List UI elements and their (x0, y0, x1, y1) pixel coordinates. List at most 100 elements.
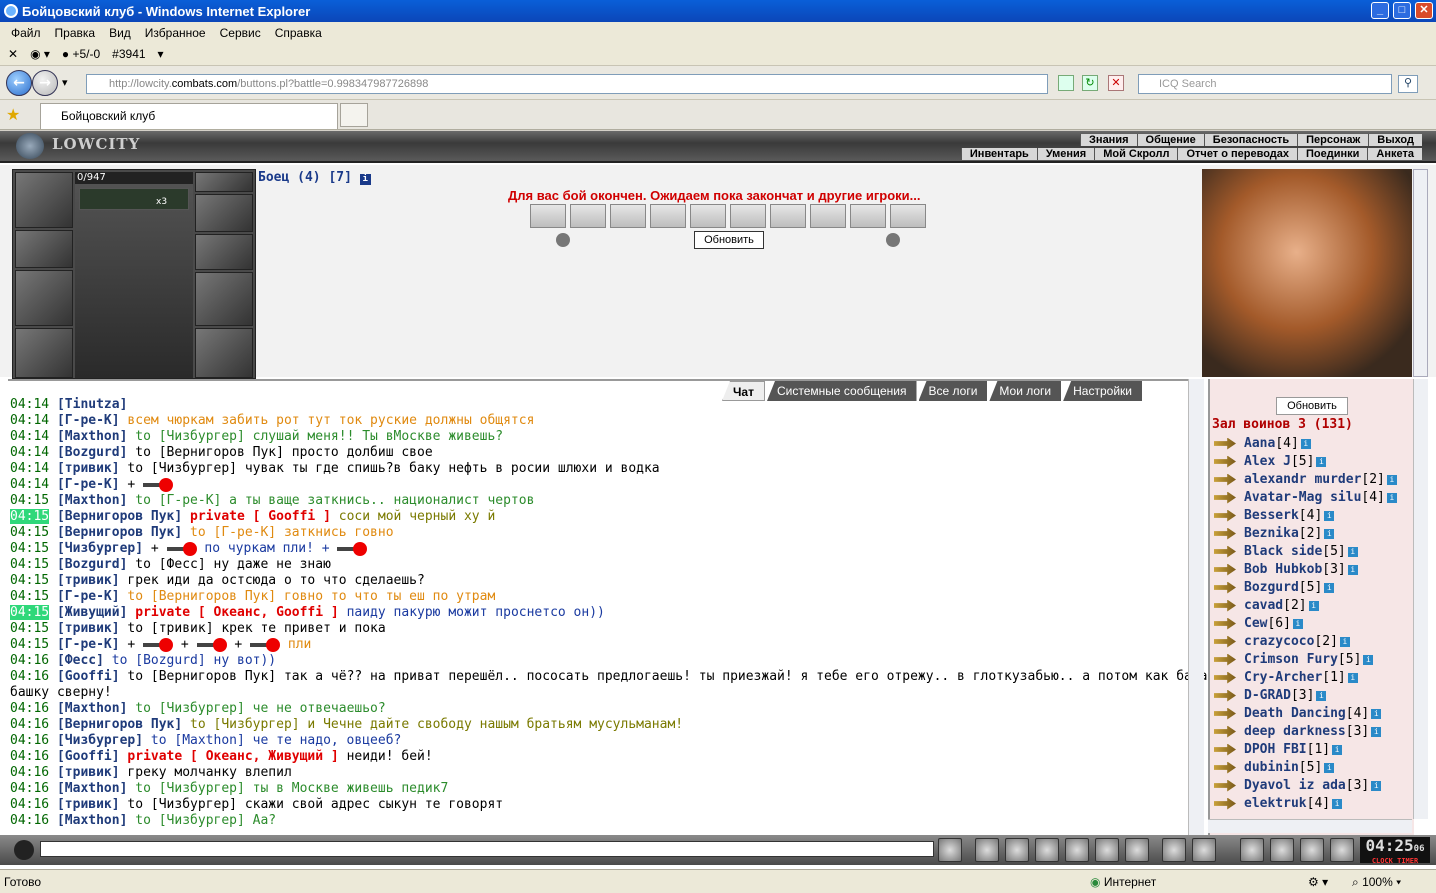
chat-time[interactable]: 04:16 (10, 781, 49, 796)
group-icon[interactable] (1270, 838, 1294, 862)
chat-nick[interactable]: [Г-ре-К] (57, 477, 120, 492)
chat-time[interactable]: 04:15 (10, 637, 49, 652)
save-icon[interactable] (1035, 838, 1059, 862)
private-arrow-icon[interactable] (1214, 617, 1236, 630)
emote-icon[interactable] (1065, 838, 1089, 862)
chat-nick[interactable]: [тривик] (57, 573, 120, 588)
chat-nick[interactable]: [Maxthon] (57, 813, 127, 828)
chat-input[interactable] (40, 841, 934, 857)
info-icon[interactable]: i (1371, 708, 1382, 719)
chat-time[interactable]: 04:16 (10, 653, 49, 668)
info-icon[interactable]: i (1339, 636, 1350, 647)
private-arrow-icon[interactable] (1214, 563, 1236, 576)
private-arrow-icon[interactable] (1214, 671, 1236, 684)
nav-skills[interactable]: Умения (1036, 148, 1095, 160)
search-icon[interactable]: ⚲ (1398, 75, 1418, 93)
chat-nick[interactable]: [Maxthon] (57, 781, 127, 796)
address-input[interactable]: http://lowcity.combats.com/buttons.pl?ba… (86, 74, 1048, 94)
search-input[interactable]: ICQ Search (1138, 74, 1392, 94)
chat-time[interactable]: 04:15 (10, 605, 50, 620)
chat-nick[interactable]: [Tinutza] (57, 397, 127, 412)
armor-slot[interactable] (15, 328, 73, 378)
chat-nick[interactable]: [Maxthon] (57, 429, 127, 444)
user-name[interactable]: Aana (1244, 436, 1275, 451)
private-arrow-icon[interactable] (1214, 455, 1236, 468)
chat-nick[interactable]: [Bozgurd] (57, 557, 127, 572)
user-name[interactable]: Avatar-Mag silu (1244, 490, 1361, 505)
info-icon[interactable]: i (1324, 762, 1335, 773)
chat-time[interactable]: 04:15 (10, 589, 49, 604)
chat-time[interactable]: 04:16 (10, 765, 49, 780)
private-arrow-icon[interactable] (1214, 707, 1236, 720)
private-arrow-icon[interactable] (1214, 581, 1236, 594)
info-icon[interactable]: i (1324, 528, 1335, 539)
chat-nick[interactable]: [тривик] (57, 797, 120, 812)
nav-profile[interactable]: Анкета (1367, 148, 1422, 160)
chat-time[interactable]: 04:16 (10, 733, 49, 748)
refresh-battle-button[interactable]: Обновить (694, 231, 764, 249)
chat-time[interactable]: 04:15 (10, 573, 49, 588)
info-icon[interactable]: i (1308, 600, 1319, 611)
info-icon[interactable]: i (1316, 456, 1327, 467)
nav-my-scroll[interactable]: Мой Скролл (1094, 148, 1178, 160)
info-icon[interactable]: i (1324, 510, 1335, 521)
chat-nick[interactable]: [Фесс] (57, 653, 104, 668)
chat-nick[interactable]: [Maxthon] (57, 493, 127, 508)
minimize-button[interactable]: _ (1371, 2, 1389, 19)
nav-security[interactable]: Безопасность (1203, 134, 1298, 146)
ring-slots[interactable] (195, 194, 253, 232)
counter-id[interactable]: #3941 (112, 47, 145, 61)
info-icon[interactable]: i (1371, 780, 1382, 791)
private-arrow-icon[interactable] (1214, 761, 1236, 774)
private-arrow-icon[interactable] (1214, 797, 1236, 810)
user-name[interactable]: Death Dancing (1244, 706, 1346, 721)
ring-slots-top[interactable] (195, 172, 253, 192)
chat-nick[interactable]: [Г-ре-К] (57, 637, 120, 652)
info-icon[interactable]: i (1324, 582, 1335, 593)
info-icon[interactable]: i (1347, 546, 1358, 557)
clear-icon[interactable] (975, 838, 999, 862)
new-tab-button[interactable] (340, 103, 368, 127)
chat-time[interactable]: 04:16 (10, 701, 49, 716)
chat-nick[interactable]: [Чизбургер] (57, 541, 143, 556)
close-toolbar-icon[interactable]: ✕ (8, 47, 18, 61)
chat-nick[interactable]: [Bozgurd] (57, 445, 127, 460)
chat-nick[interactable]: [тривик] (57, 621, 120, 636)
exit-icon[interactable] (1330, 838, 1354, 862)
bracer-slot[interactable] (15, 230, 73, 268)
info-icon[interactable]: i (1332, 798, 1343, 809)
shield-slot[interactable] (195, 272, 253, 326)
rating-counter[interactable]: ● +5/-0 (62, 47, 100, 61)
private-recipients[interactable]: private [ Gooffi ] (190, 509, 331, 524)
user-name[interactable]: Dyavol iz ada (1244, 778, 1346, 793)
private-arrow-icon[interactable] (1214, 527, 1236, 540)
refresh-icon[interactable]: ↻ (1082, 75, 1098, 91)
info-icon[interactable]: i (1347, 672, 1358, 683)
chat-nick[interactable]: [Чизбургер] (57, 733, 143, 748)
chat-time[interactable]: 04:14 (10, 397, 49, 412)
private-recipients[interactable]: private [ Океанс, Gooffi ] (135, 605, 339, 620)
user-name[interactable]: Bob Hubkob (1244, 562, 1322, 577)
chat-time[interactable]: 04:15 (10, 525, 49, 540)
chat-scrollbar[interactable] (1188, 379, 1204, 835)
chat-nick[interactable]: [Вернигоров Пук] (57, 717, 182, 732)
chat-time[interactable]: 04:14 (10, 461, 49, 476)
user-name[interactable]: cavad (1244, 598, 1283, 613)
chat-nick[interactable]: [Maxthon] (57, 701, 127, 716)
user-name[interactable]: deep darkness (1244, 724, 1346, 739)
private-arrow-icon[interactable] (1214, 437, 1236, 450)
menu-view[interactable]: Вид (102, 26, 138, 40)
user-name[interactable]: Alex J (1244, 454, 1291, 469)
tab-fight-club[interactable]: Бойцовский клуб (40, 103, 338, 129)
user-list-hscrollbar[interactable] (1208, 819, 1412, 833)
private-arrow-icon[interactable] (1214, 545, 1236, 558)
chat-nick[interactable]: [тривик] (57, 461, 120, 476)
back-button[interactable]: ← (6, 70, 32, 96)
nav-communication[interactable]: Общение (1136, 134, 1204, 146)
chat-time[interactable]: 04:14 (10, 429, 49, 444)
forward-button[interactable]: → (32, 70, 58, 96)
user-name[interactable]: Beznika (1244, 526, 1299, 541)
maximize-button[interactable]: □ (1393, 2, 1411, 19)
user-name[interactable]: elektruk (1244, 796, 1307, 811)
gloves-slot[interactable] (195, 234, 253, 270)
